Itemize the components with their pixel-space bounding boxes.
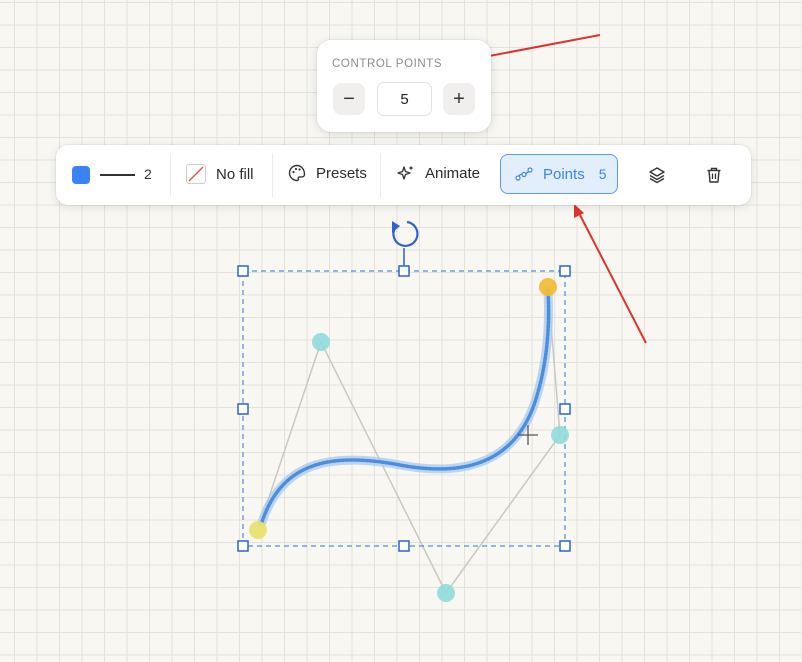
stroke-color-swatch[interactable] — [72, 166, 90, 184]
selection-box — [242, 270, 566, 547]
bezier-curve[interactable] — [257, 285, 554, 527]
layers-icon — [649, 167, 665, 184]
decrement-button[interactable]: − — [333, 83, 365, 115]
points-button[interactable]: Points 5 — [500, 154, 618, 194]
control-point[interactable] — [437, 584, 455, 602]
no-fill-icon — [186, 164, 206, 184]
resize-handle-se[interactable] — [559, 540, 571, 552]
popover-title: CONTROL POINTS — [332, 58, 443, 70]
annotation-arrow-popover — [472, 34, 601, 63]
presets-button[interactable]: Presets — [288, 164, 367, 182]
annotation-arrow-points — [574, 204, 647, 344]
bezier-curve-stroke — [260, 288, 551, 524]
divider — [380, 153, 381, 197]
resize-handle-s[interactable] — [398, 540, 410, 552]
resize-handle-n[interactable] — [398, 265, 410, 277]
points-label: Points — [543, 165, 585, 183]
fill-label: No fill — [216, 165, 254, 183]
anchor-point-end[interactable] — [539, 278, 557, 296]
resize-handle-sw[interactable] — [237, 540, 249, 552]
control-points-input[interactable]: 5 — [377, 82, 432, 116]
animate-button[interactable]: Animate — [397, 164, 480, 182]
control-point[interactable] — [312, 333, 330, 351]
resize-handle-w[interactable] — [237, 403, 249, 415]
fill-button[interactable]: No fill — [186, 164, 254, 184]
rotate-handle-icon[interactable] — [392, 220, 419, 247]
stroke-width-value[interactable]: 2 — [144, 166, 152, 182]
floating-toolbar: 2 No fill Presets Animate Points 5 — [56, 145, 751, 205]
increment-button[interactable]: + — [443, 83, 475, 115]
palette-icon — [288, 164, 306, 182]
resize-handle-nw[interactable] — [237, 265, 249, 277]
animate-label: Animate — [425, 164, 481, 182]
stroke-style-line-icon[interactable] — [100, 174, 135, 176]
presets-label: Presets — [316, 164, 367, 182]
divider — [272, 153, 273, 197]
trash-icon — [707, 167, 721, 183]
anchor-point-start[interactable] — [249, 521, 267, 539]
delete-button[interactable] — [701, 162, 727, 188]
bezier-points-icon — [515, 167, 533, 181]
layers-button[interactable] — [644, 162, 670, 188]
sparkles-icon — [397, 165, 414, 180]
divider — [170, 153, 171, 197]
control-point[interactable] — [551, 426, 569, 444]
resize-handle-e[interactable] — [559, 403, 571, 415]
control-points-popover: CONTROL POINTS − 5 + — [317, 40, 491, 132]
points-count-badge: 5 — [598, 166, 607, 182]
resize-handle-ne[interactable] — [559, 265, 571, 277]
